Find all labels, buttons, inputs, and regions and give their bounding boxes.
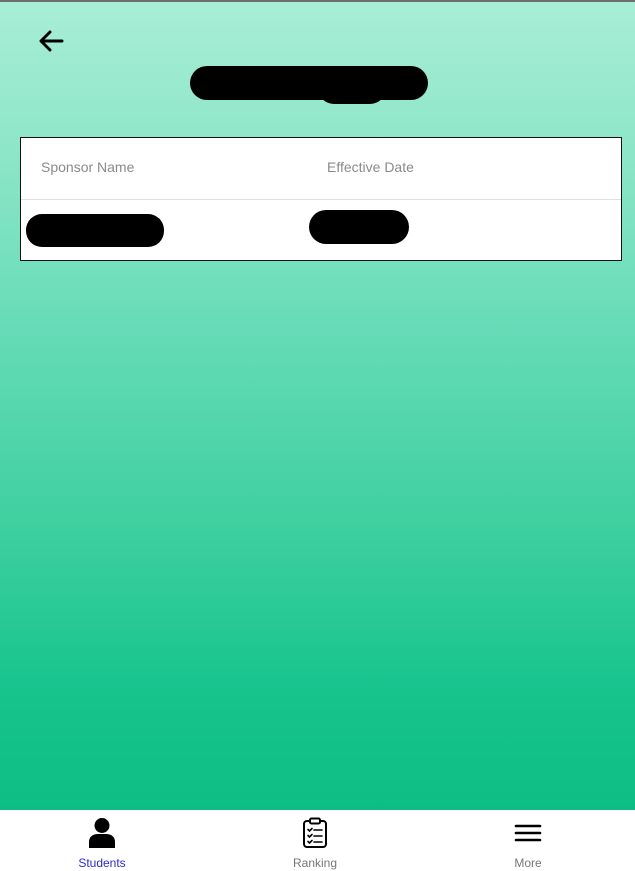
sponsor-table: Sponsor Name Effective Date [20,137,622,261]
table-row[interactable] [21,200,621,261]
sponsor-name-cell-redaction [26,214,164,247]
app-screen: Sponsor Name Effective Date [0,0,635,810]
nav-label-students: Students [78,856,126,870]
page-title-redaction-part [318,72,386,104]
page-title-redaction [190,66,428,100]
menu-icon [512,817,544,849]
nav-label-ranking: Ranking [292,856,338,870]
effective-date-cell-redaction [309,210,409,244]
clipboard-list-icon [299,817,331,849]
column-header-effective-date: Effective Date [327,159,414,175]
nav-label-more: More [514,856,542,870]
column-header-sponsor-name: Sponsor Name [41,159,135,175]
person-icon [86,817,118,849]
table-header: Sponsor Name Effective Date [21,138,621,200]
nav-item-students[interactable]: Students [42,810,162,871]
arrow-left-icon [39,30,64,52]
nav-item-more[interactable]: More [468,810,588,871]
nav-item-ranking[interactable]: Ranking [255,810,375,871]
bottom-navigation: Students Ranking More [0,810,635,871]
back-button[interactable] [34,26,68,56]
